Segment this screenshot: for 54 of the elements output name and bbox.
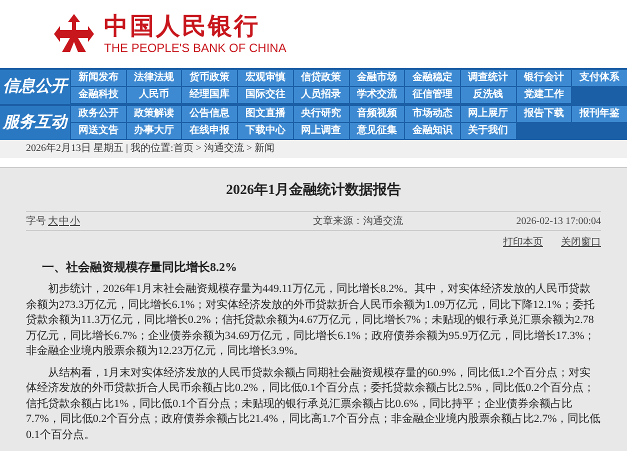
- nav-link[interactable]: 货币政策: [182, 70, 238, 86]
- nav-link[interactable]: 央行研究: [294, 106, 348, 122]
- paragraph: 从结构看，1月末对实体经济发放的人民币贷款余额占同期社会融资规模存量的60.9%，同比低1.2个百分点；对实体经济发放的外币贷款折合人民币余额占比0.2%，同比低0.1个百分点；委托贷款余额占比2.5%，同比低0.2个百分点；信托贷款余额占比1%，同比低0.1个百分点；未贴现的银行承兑汇票余额占比0.6%，同比持平；企业债券余额占比7.7%，同比低0.2个百分点；政府债券余额占比21.4%，同比高1.7个百分点；非金融企业境内股票余额占比2.7%，同比低0.1个百分点。: [26, 366, 601, 442]
- nav-link[interactable]: 网上展厅: [460, 106, 516, 122]
- nav-link[interactable]: 下载中心: [238, 123, 293, 139]
- font-size-link[interactable]: 大: [48, 214, 58, 228]
- nav-link[interactable]: 网上调查: [294, 123, 348, 139]
- article-source: 文章来源：沟通交流: [313, 214, 404, 228]
- nav-link[interactable]: 宏观审慎: [238, 70, 293, 86]
- nav-link[interactable]: 政务公开: [71, 106, 126, 122]
- nav-link[interactable]: 在线申报: [182, 123, 238, 139]
- nav-link[interactable]: 金融知识: [405, 123, 460, 139]
- font-size-link[interactable]: 小: [70, 214, 80, 228]
- nav-link[interactable]: 国际交往: [238, 87, 293, 103]
- font-size-label: 字号: [26, 214, 46, 228]
- breadcrumb: 2026年2月13日 星期五 | 我的位置:首页 > 沟通交流 > 新闻: [26, 144, 275, 154]
- logo-title: 中国人民银行: [104, 13, 261, 41]
- nav-link[interactable]: 市场动态: [405, 106, 460, 122]
- nav-link[interactable]: 图文直播: [238, 106, 293, 122]
- nav-link[interactable]: 人民币: [126, 87, 182, 103]
- nav-link[interactable]: 公告信息: [182, 106, 238, 122]
- nav-link[interactable]: 信贷政策: [294, 70, 348, 86]
- font-size-link[interactable]: 中: [59, 214, 69, 228]
- nav-link[interactable]: 人员招录: [294, 87, 348, 103]
- nav-link[interactable]: 调查统计: [460, 70, 516, 86]
- action-link[interactable]: 关闭窗口: [561, 235, 601, 250]
- nav-link[interactable]: 法律法规: [126, 70, 182, 86]
- nav-link[interactable]: 办事大厅: [126, 123, 182, 139]
- nav-link[interactable]: 音频视频: [350, 106, 404, 122]
- nav-link[interactable]: 征信管理: [405, 87, 460, 103]
- nav-link[interactable]: 反洗钱: [460, 87, 516, 103]
- section-heading: 一、社会融资规模存量同比增长8.2%: [42, 259, 238, 276]
- nav-link[interactable]: 党建工作: [516, 87, 572, 103]
- paragraph: 初步统计，2026年1月末社会融资规模存量为449.11万亿元，同比增长8.2%。其中，对实体经济发放的人民币贷款余额为273.3万亿元，同比增长6.1%；对实体经济发放的外币贷款折合人民币余额为1.09万亿元，同比下降12.1%；委托贷款余额为11.3万亿元，同比增长0.2%；信托贷款余额为4.67万亿元，同比增长7%；未贴现的银行承兑汇票余额为2.78万亿元，同比增长6.7%；企业债券余额为34.69万亿元，同比增长6.1%；政府债券余额为95.9万亿元，同比增长17.3%；非金融企业境内股票余额为12.23万亿元，同比增长3.9%。: [26, 282, 596, 359]
- nav-link[interactable]: 金融市场: [350, 70, 404, 86]
- nav-link[interactable]: 新闻发布: [71, 70, 126, 86]
- nav-link[interactable]: 经理国库: [182, 87, 238, 103]
- article-title: 2026年1月金融统计数据报告: [225, 181, 402, 200]
- nav-link[interactable]: 支付体系: [572, 70, 627, 86]
- logo-subtitle: THE PEOPLE'S BANK OF CHINA: [104, 41, 286, 55]
- nav-link[interactable]: 银行会计: [516, 70, 572, 86]
- nav-section-label: 服务互动: [0, 106, 70, 140]
- nav-link[interactable]: 报告下载: [516, 106, 572, 122]
- nav-link[interactable]: 意见征集: [350, 123, 404, 139]
- nav-link[interactable]: 报刊年鉴: [572, 106, 627, 122]
- nav-link[interactable]: 网送文告: [71, 123, 126, 139]
- nav-link[interactable]: 金融科技: [71, 87, 126, 103]
- publish-time: 2026-02-13 17:00:04: [516, 214, 601, 228]
- nav-section-label: 信息公开: [0, 70, 70, 104]
- nav-link[interactable]: 学术交流: [350, 87, 404, 103]
- nav-link[interactable]: 政策解读: [126, 106, 182, 122]
- action-link[interactable]: 打印本页: [503, 235, 543, 250]
- nav-link[interactable]: 关于我们: [460, 123, 516, 139]
- nav-link[interactable]: 金融稳定: [405, 70, 460, 86]
